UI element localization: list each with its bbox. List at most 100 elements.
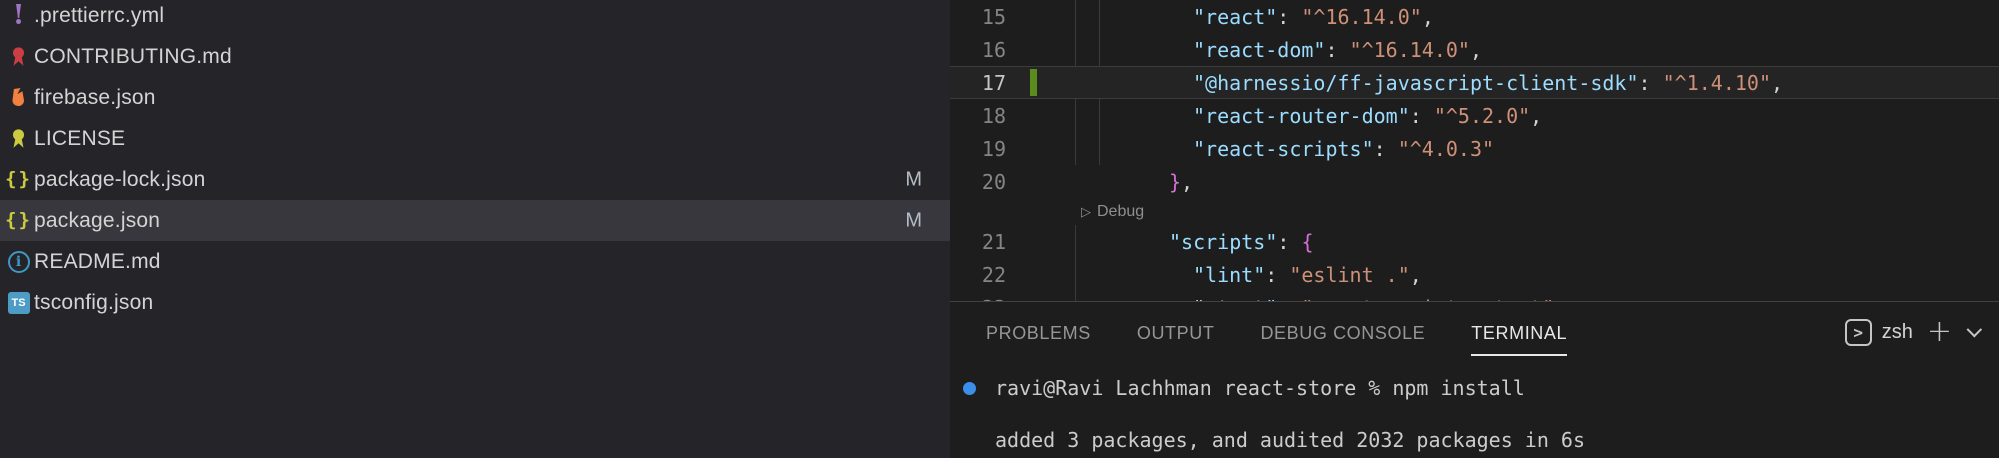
terminal-icon: >	[1845, 319, 1872, 346]
terminal-session-selector[interactable]: > zsh	[1845, 319, 1913, 346]
explorer-sidebar: ! .prettierrc.yml CONTRIBUTING.md fireba…	[0, 0, 950, 458]
code-token: "react-scripts start"	[1301, 296, 1554, 302]
codelens-debug-link[interactable]: ▷ Debug	[1081, 203, 1144, 221]
chevron-down-icon[interactable]	[1967, 321, 1983, 337]
git-modified-badge: M	[905, 209, 922, 232]
code-token: "start"	[1193, 296, 1277, 302]
code-line[interactable]: 22 "lint": "eslint .",	[950, 258, 1999, 291]
git-modified-badge: M	[905, 168, 922, 191]
file-row-package-json[interactable]: {} package.json M	[0, 200, 950, 241]
main-column: 15 "react": "^16.14.0", 16 "react-dom": …	[950, 0, 1999, 458]
code-token: ,	[1410, 263, 1422, 287]
code-line-current[interactable]: 17 "@harnessio/ff-javascript-client-sdk"…	[950, 66, 1999, 99]
prompt-dot-icon	[963, 382, 976, 395]
code-token: "^1.4.10"	[1663, 71, 1771, 95]
code-token: {	[1301, 230, 1313, 254]
file-name: tsconfig.json	[34, 291, 153, 315]
flame-icon	[7, 85, 30, 111]
code-text: "lint": "eslint .",	[1020, 263, 1422, 287]
panel-tab-bar: PROBLEMS OUTPUT DEBUG CONSOLE TERMINAL >…	[950, 302, 1999, 362]
code-token: :	[1410, 104, 1434, 128]
code-token: ,	[1554, 296, 1566, 302]
code-token: "lint"	[1193, 263, 1265, 287]
code-token: "^5.2.0"	[1434, 104, 1530, 128]
exclamation-icon: !	[7, 3, 30, 29]
file-row-tsconfig[interactable]: TS tsconfig.json	[0, 282, 950, 323]
code-line[interactable]: 18 "react-router-dom": "^5.2.0",	[950, 99, 1999, 132]
codelens-row: ▷ Debug	[950, 198, 1999, 225]
flame-icon-svg	[8, 86, 29, 109]
file-list: ! .prettierrc.yml CONTRIBUTING.md fireba…	[0, 0, 950, 323]
file-row-license[interactable]: LICENSE	[0, 118, 950, 159]
code-token: ,	[1181, 170, 1193, 194]
file-name: firebase.json	[34, 86, 156, 110]
code-line[interactable]: 15 "react": "^16.14.0",	[950, 0, 1999, 33]
code-token: :	[1639, 71, 1663, 95]
code-token: :	[1277, 5, 1301, 29]
file-row-firebase[interactable]: firebase.json	[0, 77, 950, 118]
code-token: "react"	[1193, 5, 1277, 29]
code-token: "eslint ."	[1289, 263, 1409, 287]
line-number: 19	[950, 137, 1020, 161]
bottom-panel: PROBLEMS OUTPUT DEBUG CONSOLE TERMINAL >…	[950, 301, 1999, 458]
code-token: "^16.14.0"	[1301, 5, 1421, 29]
ribbon-icon	[7, 126, 30, 152]
ribbon-icon-svg	[8, 45, 29, 68]
code-editor[interactable]: 15 "react": "^16.14.0", 16 "react-dom": …	[950, 0, 1999, 301]
code-text: "react-router-dom": "^5.2.0",	[1020, 104, 1542, 128]
code-line[interactable]: 20 },	[950, 165, 1999, 198]
code-token: "@harnessio/ff-javascript-client-sdk"	[1193, 71, 1639, 95]
typescript-icon: TS	[7, 290, 30, 316]
file-name: package.json	[34, 209, 160, 233]
code-line[interactable]: 19 "react-scripts": "^4.0.3"	[950, 132, 1999, 165]
git-modified-gutter-bar	[1030, 69, 1037, 96]
code-token: ,	[1771, 71, 1783, 95]
line-number: 20	[950, 170, 1020, 194]
tab-problems[interactable]: PROBLEMS	[986, 309, 1091, 356]
file-name: CONTRIBUTING.md	[34, 45, 232, 69]
code-text: "react-dom": "^16.14.0",	[1020, 38, 1482, 62]
code-token: :	[1277, 230, 1301, 254]
file-row-package-lock[interactable]: {} package-lock.json M	[0, 159, 950, 200]
info-icon: i	[7, 249, 30, 275]
panel-actions: > zsh +	[1845, 317, 1977, 347]
tab-output[interactable]: OUTPUT	[1137, 309, 1215, 356]
tab-terminal[interactable]: TERMINAL	[1471, 309, 1567, 356]
code-token: "^16.14.0"	[1350, 38, 1470, 62]
code-token: ,	[1470, 38, 1482, 62]
code-token: :	[1265, 263, 1289, 287]
code-text: },	[1020, 170, 1193, 194]
code-token: ,	[1422, 5, 1434, 29]
code-line[interactable]: 21 "scripts": {	[950, 225, 1999, 258]
code-line[interactable]: 16 "react-dom": "^16.14.0",	[950, 33, 1999, 66]
line-number: 15	[950, 5, 1020, 29]
terminal-content[interactable]: ravi@Ravi Lachhman react-store % npm ins…	[950, 362, 1999, 458]
run-triangle-icon: ▷	[1081, 204, 1091, 219]
line-number: 23	[950, 296, 1020, 302]
file-row-readme[interactable]: i README.md	[0, 241, 950, 282]
file-name: .prettierrc.yml	[34, 4, 164, 28]
code-token: :	[1277, 296, 1301, 302]
code-token: :	[1325, 38, 1349, 62]
line-number: 18	[950, 104, 1020, 128]
file-row-contributing[interactable]: CONTRIBUTING.md	[0, 36, 950, 77]
code-text: "scripts": {	[1020, 230, 1314, 254]
ribbon-icon	[7, 44, 30, 70]
code-token: :	[1374, 137, 1398, 161]
file-row-prettierrc[interactable]: ! .prettierrc.yml	[0, 0, 950, 36]
code-text: "react": "^16.14.0",	[1020, 5, 1434, 29]
new-terminal-button[interactable]: +	[1927, 317, 1952, 347]
braces-icon: {}	[7, 167, 30, 193]
ribbon-icon-svg	[8, 127, 29, 150]
tab-debug-console[interactable]: DEBUG CONSOLE	[1260, 309, 1425, 356]
file-name: package-lock.json	[34, 168, 206, 192]
line-number: 21	[950, 230, 1020, 254]
braces-icon: {}	[7, 208, 30, 234]
code-text: "@harnessio/ff-javascript-client-sdk": "…	[1020, 71, 1783, 95]
code-token: "react-router-dom"	[1193, 104, 1410, 128]
code-token: ,	[1530, 104, 1542, 128]
file-name: LICENSE	[34, 127, 125, 151]
code-line-clipped[interactable]: 23 "start": "react-scripts start",	[950, 291, 1999, 301]
codelens-label: Debug	[1097, 203, 1144, 220]
code-token: "react-dom"	[1193, 38, 1325, 62]
